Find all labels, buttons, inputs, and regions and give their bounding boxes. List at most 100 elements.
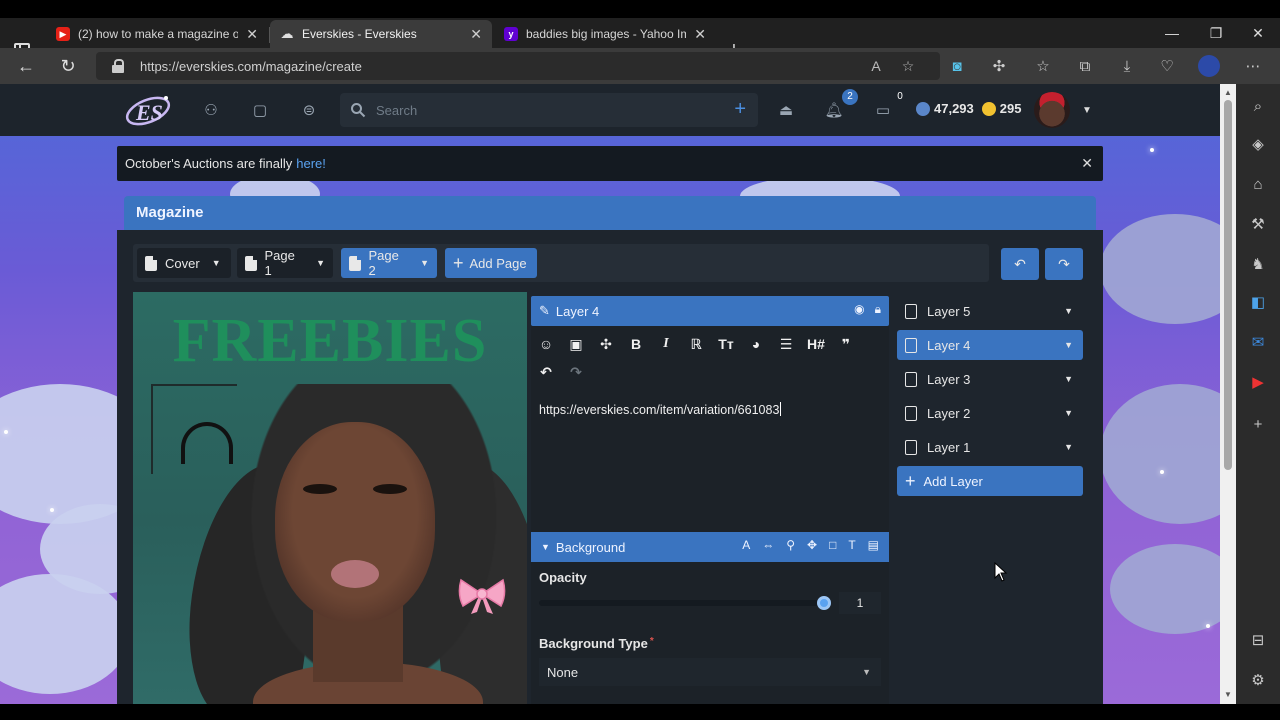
text-undo-icon[interactable]: ↶ bbox=[531, 358, 561, 386]
opacity-value-input[interactable]: 1 bbox=[839, 592, 881, 614]
user-avatar[interactable] bbox=[1034, 92, 1070, 128]
sidebar-hide-icon[interactable]: ⊟ bbox=[1246, 628, 1270, 652]
sidebar-search-icon[interactable]: ⌕ bbox=[1246, 94, 1270, 118]
resize-horizontal-icon[interactable]: ⇔ bbox=[762, 538, 774, 552]
everskies-logo[interactable]: ES bbox=[122, 90, 174, 130]
close-icon[interactable]: ✕ bbox=[1081, 155, 1093, 172]
opacity-slider-thumb[interactable] bbox=[817, 596, 831, 610]
create-plus-icon[interactable]: + bbox=[734, 98, 746, 121]
page-tab-cover[interactable]: Cover ▼ bbox=[137, 248, 231, 278]
close-tab-icon[interactable]: ✕ bbox=[246, 26, 258, 43]
extension-icon[interactable]: ◙ bbox=[946, 55, 968, 77]
back-icon[interactable]: ← bbox=[12, 52, 40, 80]
caret-down-icon[interactable]: ▼ bbox=[1064, 306, 1073, 316]
text-script-icon[interactable]: ℝ bbox=[681, 330, 711, 358]
opacity-slider-track[interactable] bbox=[539, 600, 829, 606]
magazine-page-preview[interactable]: FREEBIES bbox=[133, 292, 527, 704]
caret-down-icon[interactable]: ▼ bbox=[1064, 408, 1073, 418]
sidebar-tools-icon[interactable]: ⚒ bbox=[1246, 212, 1270, 236]
currency-balance[interactable]: 47,293 295 bbox=[912, 101, 1021, 116]
minimize-icon[interactable]: — bbox=[1150, 18, 1194, 48]
undo-button[interactable]: ↶ bbox=[1001, 248, 1039, 280]
page-tab-page-1[interactable]: Page 1 ▼ bbox=[237, 248, 333, 278]
browser-tab-youtube[interactable]: ▶ (2) how to make a magazine on e ✕ bbox=[46, 20, 268, 48]
chevron-down-icon[interactable]: ▼ bbox=[1076, 99, 1098, 121]
border-square-icon[interactable]: □ bbox=[829, 538, 836, 552]
text-color-palette-icon[interactable]: ◕ bbox=[741, 330, 771, 358]
layer-copy-icon[interactable]: ▤ bbox=[868, 538, 879, 552]
sidebar-games-icon[interactable]: ♞ bbox=[1246, 252, 1270, 276]
more-menu-icon[interactable]: ⋯ bbox=[1242, 55, 1264, 77]
sidebar-add-icon[interactable]: + bbox=[1246, 412, 1270, 436]
layer-content-text[interactable]: https://everskies.com/item/variation/661… bbox=[539, 402, 781, 417]
emoji-icon[interactable]: ☺ bbox=[531, 330, 561, 358]
profile-avatar-icon[interactable] bbox=[1198, 55, 1220, 77]
sidebar-shopping-tag-icon[interactable]: ⌂ bbox=[1246, 172, 1270, 196]
close-tab-icon[interactable]: ✕ bbox=[694, 26, 706, 43]
caret-down-icon[interactable]: ▼ bbox=[212, 258, 221, 268]
scroll-up-icon[interactable]: ▲ bbox=[1222, 87, 1234, 99]
lock-icon[interactable]: 🔒︎ bbox=[875, 302, 881, 317]
layer-item-5[interactable]: Layer 5 ▼ bbox=[897, 296, 1083, 326]
add-page-button[interactable]: + Add Page bbox=[445, 248, 537, 278]
background-section-header[interactable]: ▼ Background A ⇔ ⚲ ✥ □ T ▤ bbox=[531, 532, 889, 562]
layer-item-2[interactable]: Layer 2 ▼ bbox=[897, 398, 1083, 428]
sidebar-youtube-icon[interactable]: ▶ bbox=[1246, 370, 1270, 394]
collections-icon[interactable]: ⧉ bbox=[1074, 55, 1096, 77]
align-text-icon[interactable]: ☰ bbox=[771, 330, 801, 358]
add-layer-button[interactable]: + Add Layer bbox=[897, 466, 1083, 496]
messages-icon[interactable]: ▭ bbox=[872, 99, 894, 121]
pink-bow-sticker[interactable] bbox=[457, 576, 507, 616]
insert-image-icon[interactable]: ▣ bbox=[561, 330, 591, 358]
close-window-icon[interactable]: ✕ bbox=[1236, 18, 1280, 48]
background-type-select[interactable]: None ▼ bbox=[539, 658, 881, 686]
browser-tab-everskies[interactable]: ☁ Everskies - Everskies ✕ bbox=[270, 20, 492, 48]
games-controller-icon[interactable]: ⊜ bbox=[298, 99, 320, 121]
notifications-bell-icon[interactable]: 🔔︎ bbox=[823, 99, 845, 121]
text-style-icon[interactable]: A bbox=[742, 538, 750, 552]
favorites-icon[interactable]: ☆ bbox=[1032, 55, 1054, 77]
announcement-link[interactable]: here! bbox=[296, 156, 326, 171]
text-redo-icon[interactable]: ↷ bbox=[561, 358, 591, 386]
visibility-eye-icon[interactable]: ◉ bbox=[854, 302, 864, 317]
dress-up-hanger-icon[interactable]: ⏏ bbox=[775, 99, 797, 121]
browser-tab-yahoo[interactable]: y baddies big images - Yahoo Ima ✕ bbox=[494, 20, 716, 48]
position-pin-icon[interactable]: ⚲ bbox=[786, 538, 795, 552]
sidebar-discover-icon[interactable]: ◈ bbox=[1246, 132, 1270, 156]
bold-icon[interactable]: B bbox=[621, 330, 651, 358]
scrollbar-thumb[interactable] bbox=[1224, 100, 1232, 470]
close-tab-icon[interactable]: ✕ bbox=[470, 26, 482, 43]
community-icon[interactable]: ⚇ bbox=[200, 99, 222, 121]
quote-icon[interactable]: ❞ bbox=[831, 330, 861, 358]
favorite-star-icon[interactable]: ☆ bbox=[898, 56, 918, 76]
layer-item-4[interactable]: Layer 4 ▼ bbox=[897, 330, 1083, 360]
layer-item-1[interactable]: Layer 1 ▼ bbox=[897, 432, 1083, 462]
caret-down-icon[interactable]: ▼ bbox=[316, 258, 325, 268]
text-format-icon[interactable]: T bbox=[848, 538, 855, 552]
sidebar-settings-gear-icon[interactable]: ⚙ bbox=[1246, 668, 1270, 692]
browser-essentials-icon[interactable]: ♡ bbox=[1156, 55, 1178, 77]
caret-down-icon[interactable]: ▼ bbox=[1064, 374, 1073, 384]
insert-item-puzzle-icon[interactable]: ✣ bbox=[591, 330, 621, 358]
page-tab-page-2[interactable]: Page 2 ▼ bbox=[341, 248, 437, 278]
move-icon[interactable]: ✥ bbox=[807, 538, 817, 552]
url-field[interactable]: https://everskies.com/magazine/create bbox=[96, 52, 940, 80]
font-size-icon[interactable]: Tт bbox=[711, 330, 741, 358]
maximize-icon[interactable]: ❐ bbox=[1194, 18, 1238, 48]
caret-down-icon[interactable]: ▼ bbox=[420, 258, 429, 268]
caret-down-icon[interactable]: ▼ bbox=[1064, 340, 1073, 350]
sidebar-outlook-icon[interactable]: ✉ bbox=[1246, 330, 1270, 354]
heading-icon[interactable]: H# bbox=[801, 330, 831, 358]
shop-bag-icon[interactable]: ▢ bbox=[249, 99, 271, 121]
downloads-icon[interactable]: ⤓ bbox=[1116, 55, 1138, 77]
redo-button[interactable]: ↷ bbox=[1045, 248, 1083, 280]
scroll-down-icon[interactable]: ▼ bbox=[1222, 689, 1234, 701]
layer-item-3[interactable]: Layer 3 ▼ bbox=[897, 364, 1083, 394]
sidebar-office-icon[interactable]: ◧ bbox=[1246, 290, 1270, 314]
caret-down-icon[interactable]: ▼ bbox=[1064, 442, 1073, 452]
extensions-puzzle-icon[interactable]: ✣ bbox=[988, 55, 1010, 77]
search-input[interactable] bbox=[376, 102, 716, 118]
read-aloud-icon[interactable]: A bbox=[866, 56, 886, 76]
italic-icon[interactable]: I bbox=[651, 330, 681, 358]
refresh-icon[interactable]: ↻ bbox=[54, 52, 82, 80]
